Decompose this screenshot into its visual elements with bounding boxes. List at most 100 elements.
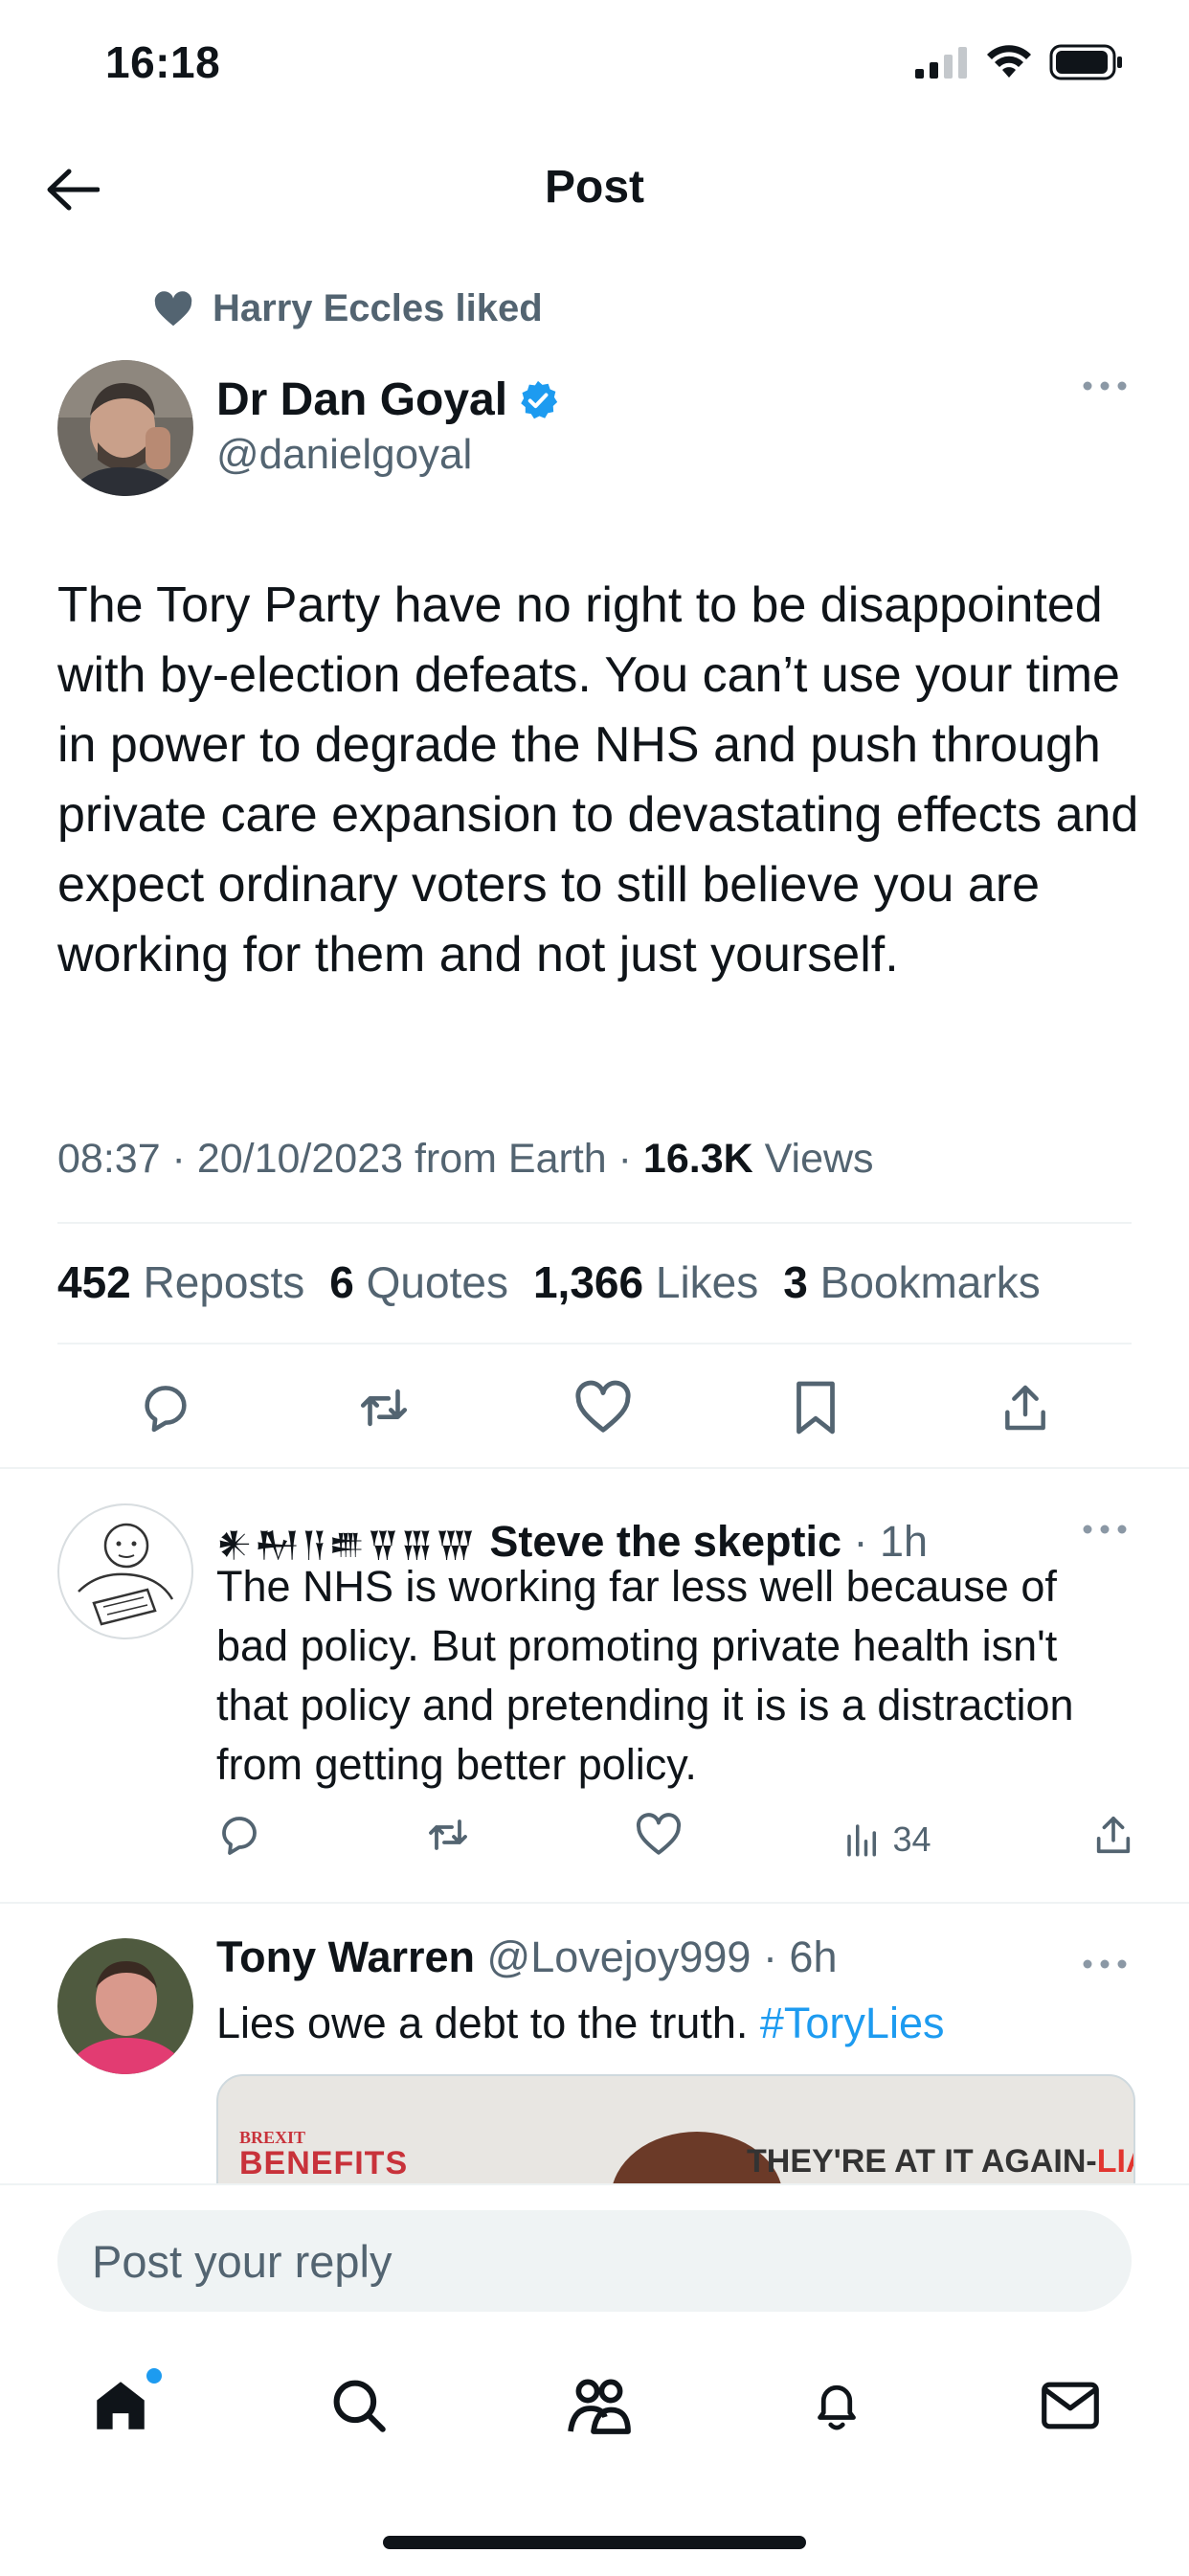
communities-icon <box>568 2379 631 2434</box>
reply-icon <box>145 1386 187 1433</box>
author-avatar[interactable] <box>57 360 193 496</box>
status-icons <box>915 44 1124 80</box>
reply-composer-input[interactable]: Post your reply <box>57 2210 1132 2312</box>
reply-text: The NHS is working far less well because… <box>216 1562 1074 1789</box>
tweet-meta: 08:37 · 20/10/2023 from Earth · 16.3K Vi… <box>57 1136 874 1183</box>
repost-button[interactable] <box>353 1380 415 1435</box>
tab-search[interactable] <box>327 2374 391 2437</box>
bookmarks-stat[interactable]: 3 Bookmarks <box>783 1256 1040 1308</box>
analytics-icon <box>847 1823 877 1856</box>
heart-icon <box>636 1813 682 1855</box>
reply-action-bar: 34 <box>216 1812 1135 1866</box>
more-horizontal-icon <box>1083 1525 1127 1534</box>
author-avatar-image <box>57 360 193 496</box>
reply-media-image[interactable]: BREXIT BENEFITS THEY'RE AT IT AGAIN-LIAR… <box>216 2074 1135 2183</box>
status-time: 16:18 <box>105 37 221 87</box>
verified-badge-icon <box>521 380 558 418</box>
reply-author-name[interactable]: Tony Warren <box>216 1932 475 1981</box>
heart-icon <box>575 1380 631 1433</box>
divider <box>57 1343 1132 1344</box>
repost-icon <box>429 1819 468 1850</box>
more-horizontal-icon <box>1083 381 1127 391</box>
share-button[interactable] <box>998 1380 1052 1435</box>
reposts-stat[interactable]: 452 Reposts <box>57 1256 304 1308</box>
media-caption-accent: LIARS! <box>1096 2143 1133 2180</box>
home-indicator[interactable] <box>383 2536 806 2549</box>
arrow-left-icon <box>47 169 100 211</box>
reply-header: Tony Warren @Lovejoy999 · 6h <box>216 1932 837 1982</box>
tab-home[interactable] <box>87 2368 162 2437</box>
more-horizontal-icon <box>1083 1959 1127 1969</box>
reply-avatar[interactable] <box>57 1938 193 2074</box>
likes-stat[interactable]: 1,366 Likes <box>533 1256 758 1308</box>
bookmarks-count: 3 <box>783 1257 808 1307</box>
media-caption-right-text: THEY'RE AT IT AGAIN- <box>747 2143 1097 2180</box>
quotes-label: Quotes <box>366 1257 508 1307</box>
like-button[interactable] <box>573 1380 633 1435</box>
reply-composer-placeholder: Post your reply <box>92 2235 393 2287</box>
bell-icon <box>817 2384 856 2430</box>
views-label: Views <box>752 1136 874 1182</box>
quotes-stat[interactable]: 6 Quotes <box>329 1256 508 1308</box>
reposts-count: 452 <box>57 1257 131 1307</box>
reply-more-button[interactable] <box>1082 1957 1128 1975</box>
media-caption-right: THEY'RE AT IT AGAIN-LIARS! <box>747 2143 1133 2181</box>
divider <box>57 1222 1132 1224</box>
tweet-action-bar <box>57 1369 1132 1446</box>
search-icon <box>333 2380 387 2432</box>
person-avatar-image <box>57 1938 193 2074</box>
bottom-tab-bar <box>0 2358 1189 2453</box>
reply-text-body: Lies owe a debt to the truth. <box>216 1999 760 2047</box>
bookmark-button[interactable] <box>792 1379 840 1436</box>
tab-messages[interactable] <box>1039 2377 1102 2434</box>
bookmarks-label: Bookmarks <box>819 1257 1041 1307</box>
bookmark-icon <box>796 1381 835 1435</box>
reply-item[interactable]: 𒀭𒈹𒀀𒌑𒐊𒐋𒐌 Steve the skeptic · 1h The NHS i… <box>0 1469 1189 1902</box>
reply-icon <box>222 1817 257 1855</box>
reply-share-button[interactable] <box>1091 1812 1135 1866</box>
notification-dot <box>146 2368 162 2384</box>
tab-notifications[interactable] <box>808 2374 865 2437</box>
share-icon <box>1005 1385 1045 1431</box>
cellular-signal-icon <box>915 47 967 79</box>
reply-repost-button[interactable] <box>422 1812 474 1866</box>
heart-filled-icon <box>154 290 192 326</box>
more-options-button[interactable] <box>1082 379 1128 396</box>
views-count: 16.3K <box>642 1136 753 1182</box>
page-title: Post <box>544 162 644 213</box>
reply-views-count: 34 <box>892 1819 931 1859</box>
tab-communities[interactable] <box>565 2374 634 2437</box>
reply-more-button[interactable] <box>1082 1523 1128 1540</box>
reply-author-handle[interactable]: @Lovejoy999 <box>487 1932 752 1981</box>
reply-views-button[interactable]: 34 <box>842 1819 931 1860</box>
reply-reply-button[interactable] <box>216 1812 262 1866</box>
repost-icon <box>360 1389 408 1427</box>
author-handle[interactable]: @danielgoyal <box>216 431 472 479</box>
likes-label: Likes <box>655 1257 759 1307</box>
hashtag-link[interactable]: #ToryLies <box>760 1999 945 2047</box>
liked-by-text: Harry Eccles liked <box>213 287 543 329</box>
home-icon <box>97 2382 145 2429</box>
tweet-timestamp: 08:37 · 20/10/2023 from Earth · <box>57 1136 643 1182</box>
reply-text: Lies owe a debt to the truth. #ToryLies <box>216 1994 1155 2053</box>
reply-button[interactable] <box>137 1380 194 1435</box>
reply-item[interactable]: Tony Warren @Lovejoy999 · 6h Lies owe a … <box>0 1904 1189 2183</box>
likes-count: 1,366 <box>532 1257 644 1307</box>
reposts-label: Reposts <box>143 1257 305 1307</box>
quotes-count: 6 <box>329 1257 354 1307</box>
author-name[interactable]: Dr Dan Goyal <box>216 373 559 426</box>
sketch-avatar-image <box>78 1523 174 1626</box>
engagement-stats: 452 Reposts 6 Quotes 1,366 Likes 3 Bookm… <box>57 1256 1041 1308</box>
share-icon <box>1096 1816 1131 1854</box>
media-caption-left: BENEFITS <box>239 2145 409 2181</box>
battery-icon <box>1049 44 1122 80</box>
social-context[interactable]: Harry Eccles liked <box>153 287 543 330</box>
tweet-text: The Tory Party have no right to be disap… <box>57 577 1139 983</box>
back-button[interactable] <box>38 163 107 216</box>
author-name-text: Dr Dan Goyal <box>216 374 508 425</box>
reply-like-button[interactable] <box>635 1813 683 1865</box>
mail-icon <box>1042 2382 1100 2429</box>
wifi-icon <box>987 45 1031 78</box>
reply-avatar[interactable] <box>57 1503 193 1639</box>
reply-time: · 6h <box>762 1932 838 1981</box>
